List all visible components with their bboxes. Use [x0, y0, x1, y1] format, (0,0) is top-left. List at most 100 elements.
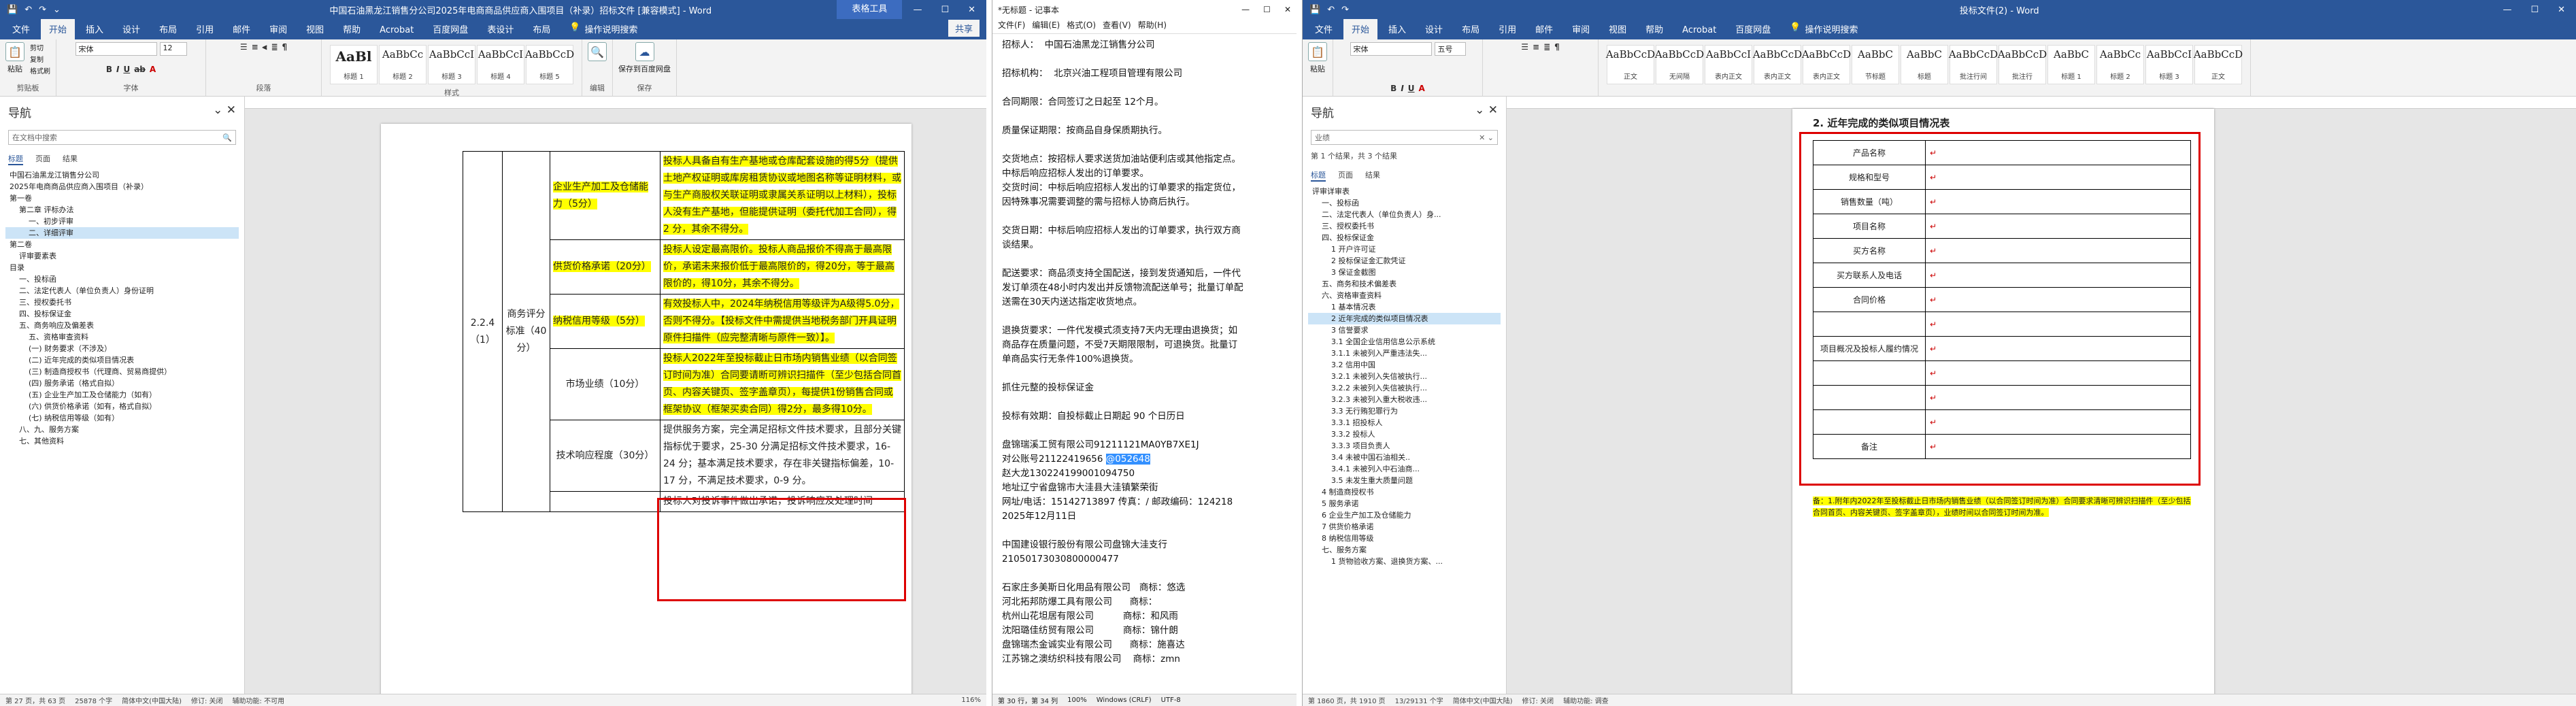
horizontal-ruler[interactable]: [1507, 97, 2576, 109]
nav-heading-item[interactable]: 中国石油黑龙江销售分公司: [5, 169, 239, 181]
bullets-icon[interactable]: ☰: [240, 42, 248, 52]
nav-heading-item[interactable]: 一、投标函: [1308, 197, 1501, 209]
close-icon[interactable]: ✕: [968, 5, 975, 15]
nav-heading-item[interactable]: 三、授权委托书: [1308, 220, 1501, 232]
nav-search-input[interactable]: 在文档中搜索 🔍: [8, 130, 236, 145]
maximize-icon[interactable]: ☐: [2530, 5, 2539, 15]
style-heading-3[interactable]: AaBbCcI 标题 3: [428, 45, 475, 84]
nav-heading-item[interactable]: 1 货物验收方案、退换货方案、...: [1308, 556, 1501, 567]
nav-heading-item[interactable]: 3.1 全国企业信用信息公示系统: [1308, 336, 1501, 348]
nav-tab-pages[interactable]: 页面: [1338, 169, 1353, 182]
show-marks-icon[interactable]: ¶: [282, 42, 288, 52]
tab-baidu[interactable]: 百度网盘: [1727, 18, 1779, 39]
bold-icon[interactable]: B: [1390, 84, 1396, 93]
nav-heading-item[interactable]: 二、法定代表人（单位负责人）身份证明: [5, 285, 239, 297]
nav-heading-item[interactable]: 8 纳税信用等级: [1308, 533, 1501, 544]
style-gallery-item[interactable]: AaBbCcD 表内正文: [1802, 45, 1851, 84]
nav-heading-item[interactable]: 评审详审表: [1308, 186, 1501, 197]
maximize-icon[interactable]: ☐: [1263, 5, 1271, 14]
notepad-text-area[interactable]: 招标人： 中国石油黑龙江销售分公司 招标机构： 北京兴油工程项目管理有限公司 合…: [992, 34, 1297, 680]
tab-table-layout[interactable]: 布局: [524, 18, 558, 39]
style-gallery-item[interactable]: AaBbCcD 正文: [2194, 45, 2243, 84]
tab-table-design[interactable]: 表设计: [479, 18, 522, 39]
show-marks-icon[interactable]: ¶: [1554, 42, 1560, 52]
table-row-value[interactable]: ↵: [1925, 165, 2191, 190]
table-row-value[interactable]: ↵: [1925, 360, 2191, 386]
paste-button[interactable]: 📋 粘贴: [5, 42, 24, 75]
table-cell-text[interactable]: 投标人2022年至投标截止日市场内销售业绩（以合同签订时间为准）合同要请断可辨识…: [660, 348, 905, 420]
nav-heading-item[interactable]: 6 企业生产加工及仓储能力: [1308, 509, 1501, 521]
style-gallery-item[interactable]: AaBbC 节标题: [1852, 45, 1899, 84]
tab-design[interactable]: 设计: [1417, 18, 1451, 39]
language[interactable]: 简体中文(中国大陆): [122, 695, 182, 705]
track-changes[interactable]: 修订: 关闭: [1522, 695, 1554, 705]
center-icon[interactable]: ≣: [271, 42, 278, 52]
nav-tab-pages[interactable]: 页面: [35, 153, 50, 165]
page-count[interactable]: 第 27 页，共 63 页: [5, 695, 65, 705]
undo-icon[interactable]: ↶: [1327, 5, 1335, 15]
nav-heading-item[interactable]: 3 信誉要求: [1308, 324, 1501, 336]
nav-heading-item[interactable]: 1 基本情况表: [1308, 301, 1501, 313]
maximize-icon[interactable]: ☐: [941, 5, 949, 15]
nav-tab-results[interactable]: 结果: [1365, 169, 1380, 182]
style-heading-5[interactable]: AaBbCcD 标题 5: [525, 45, 574, 84]
table-cell-text[interactable]: 有效投标人中，2024年纳税信用等级评为A级得5.0分，否则不得分。【投标文件中…: [660, 294, 905, 349]
table-row-value[interactable]: ↵: [1925, 140, 2191, 165]
nav-heading-item[interactable]: 八、九、服务方案: [5, 424, 239, 435]
minimize-icon[interactable]: —: [2503, 5, 2511, 15]
nav-heading-item[interactable]: 2 投标保证金汇款凭证: [1308, 255, 1501, 267]
nav-heading-item[interactable]: (二) 近年完成的类似项目情况表: [5, 354, 239, 366]
close-icon[interactable]: ⌄ ✕: [213, 103, 236, 120]
font-color-icon[interactable]: A: [1419, 84, 1425, 93]
selected-text[interactable]: @052648: [1105, 454, 1150, 465]
nav-heading-item[interactable]: 目录: [5, 262, 239, 273]
tab-insert[interactable]: 插入: [78, 18, 112, 39]
tab-mailings[interactable]: 邮件: [1527, 18, 1561, 39]
tab-view[interactable]: 视图: [1601, 18, 1635, 39]
table-row-value[interactable]: ↵: [1925, 336, 2191, 361]
paste-button[interactable]: 📋 粘贴: [1308, 42, 1327, 74]
align-left-icon[interactable]: ⫷: [263, 42, 267, 52]
nav-heading-item[interactable]: 一、投标函: [5, 273, 239, 285]
tab-review[interactable]: 审阅: [261, 18, 295, 39]
style-gallery-item[interactable]: AaBbCcI 标题 3: [2145, 45, 2193, 84]
nav-heading-item[interactable]: 四、投标保证金: [1308, 232, 1501, 243]
font-color-icon[interactable]: A: [150, 65, 156, 74]
table-row-value[interactable]: ↵: [1925, 434, 2191, 459]
table-row-value[interactable]: ↵: [1925, 189, 2191, 214]
font-size-select[interactable]: 12: [159, 42, 187, 56]
track-changes[interactable]: 修订: 关闭: [191, 695, 223, 705]
undo-icon[interactable]: ↶: [24, 5, 32, 15]
style-gallery-item[interactable]: AaBbCcD 无间隔: [1655, 45, 1704, 84]
share-button[interactable]: 共享: [948, 20, 980, 37]
tab-help[interactable]: 帮助: [1637, 18, 1671, 39]
tab-acrobat[interactable]: Acrobat: [371, 21, 422, 39]
table-row-value[interactable]: ↵: [1925, 312, 2191, 337]
nav-heading-item[interactable]: 一、初步评审: [5, 216, 239, 227]
nav-heading-item[interactable]: (六) 供货价格承诺（如有，格式自拟）: [5, 401, 239, 412]
menu-help[interactable]: 帮助(H): [1138, 19, 1167, 33]
page-count[interactable]: 第 1860 页，共 1910 页: [1308, 695, 1386, 705]
clear-icon[interactable]: ✕ ⌄: [1479, 133, 1494, 142]
nav-heading-item[interactable]: 六、资格审查资料: [1308, 290, 1501, 301]
nav-heading-item[interactable]: 3 保证金截图: [1308, 267, 1501, 278]
tab-design[interactable]: 设计: [114, 18, 148, 39]
style-heading-4[interactable]: AaBbCcI 标题 4: [477, 45, 524, 84]
nav-heading-item[interactable]: (四) 服务承诺（格式自拟）: [5, 377, 239, 389]
format-painter-button[interactable]: 格式刷: [30, 65, 50, 75]
nav-heading-item[interactable]: 3.2 信用中国: [1308, 359, 1501, 371]
style-gallery-item[interactable]: AaBbC 标题 1: [2047, 45, 2095, 84]
nav-heading-item[interactable]: 七、其他资料: [5, 435, 239, 447]
table-row-value[interactable]: ↵: [1925, 385, 2191, 410]
style-gallery-item[interactable]: AaBbC 标题: [1901, 45, 1948, 84]
nav-tab-headings[interactable]: 标题: [1311, 169, 1326, 182]
accessibility[interactable]: 辅助功能: 调查: [1563, 695, 1609, 705]
nav-heading-item[interactable]: (三) 制造商授权书（代理商、贸易商提供）: [5, 366, 239, 377]
nav-heading-item[interactable]: 三、授权委托书: [5, 297, 239, 308]
table-cell-text[interactable]: 投标人设定最高限价。投标人商品报价不得高于最高限价，承诺未来报价低于最高限价的，…: [660, 239, 905, 295]
style-gallery-item[interactable]: AaBbCcD 正文: [1606, 45, 1655, 84]
nav-heading-item[interactable]: 3.3 无行贿犯罪行为: [1308, 405, 1501, 417]
nav-heading-item[interactable]: 二、详细评审: [5, 227, 239, 239]
nav-heading-item[interactable]: (一) 财务要求（不涉及）: [5, 343, 239, 354]
copy-button[interactable]: 复制: [30, 54, 50, 64]
